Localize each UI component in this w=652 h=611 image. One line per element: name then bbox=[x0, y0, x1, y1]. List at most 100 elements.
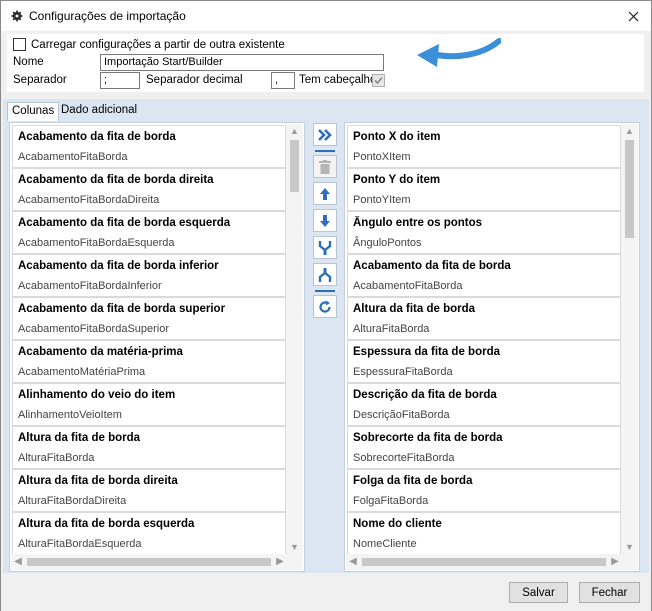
list-item[interactable]: Acabamento da matéria-prima AcabamentoMat… bbox=[12, 340, 286, 383]
selected-horizontal-scrollbar[interactable]: ◀ ▶ bbox=[346, 554, 622, 570]
list-item[interactable]: Descrição da fita de borda DescriçãoFitaB… bbox=[347, 383, 621, 426]
separator-field[interactable]: ; bbox=[100, 72, 140, 89]
item-field: AcabamentoFitaBordaEsquerda bbox=[18, 237, 175, 249]
scroll-corner bbox=[621, 554, 638, 570]
item-field: AcabamentoMatériaPrima bbox=[18, 366, 146, 378]
has-header-checkbox[interactable] bbox=[372, 74, 385, 87]
move-to-bottom-button[interactable] bbox=[313, 236, 337, 259]
name-field[interactable]: Importação Start/Builder bbox=[100, 54, 384, 71]
list-item[interactable]: Ponto Y do item PontoYItem bbox=[347, 168, 621, 211]
move-to-bottom-icon bbox=[318, 240, 332, 255]
item-field: AcabamentoFitaBordaInferior bbox=[18, 280, 162, 292]
item-field: AlturaFitaBorda bbox=[18, 452, 95, 464]
save-button[interactable]: Salvar bbox=[509, 582, 568, 603]
gear-icon bbox=[11, 10, 23, 22]
available-vertical-scrollbar[interactable]: ▲ ▼ bbox=[286, 124, 303, 554]
scroll-thumb[interactable] bbox=[625, 140, 634, 238]
scroll-thumb[interactable] bbox=[27, 558, 271, 566]
item-title: Acabamento da matéria-prima bbox=[18, 346, 183, 358]
list-item[interactable]: Altura da fita de borda AlturaFitaBorda bbox=[347, 297, 621, 340]
item-field: AcabamentoFitaBorda bbox=[353, 280, 463, 292]
item-field: PontoXItem bbox=[353, 151, 411, 163]
move-down-icon bbox=[320, 214, 330, 227]
item-field: PontoYItem bbox=[353, 194, 411, 206]
item-title: Ponto Y do item bbox=[353, 174, 441, 186]
toolbar-separator bbox=[315, 150, 335, 152]
scroll-down-icon[interactable]: ▼ bbox=[286, 540, 303, 554]
import-settings-window: Configurações de importação Carregar con… bbox=[0, 0, 652, 611]
tab-additional-data[interactable]: Dado adicional bbox=[57, 102, 141, 121]
item-title: Nome do cliente bbox=[353, 518, 442, 530]
decimal-separator-field[interactable]: , bbox=[271, 72, 295, 89]
scroll-thumb[interactable] bbox=[290, 140, 299, 192]
list-item[interactable]: Acabamento da fita de borda inferior Acab… bbox=[12, 254, 286, 297]
list-item[interactable]: Altura da fita de borda esquerda AlturaFi… bbox=[12, 512, 286, 555]
tab-strip: Colunas Dado adicional bbox=[3, 99, 649, 121]
move-all-right-icon bbox=[318, 128, 332, 141]
selected-vertical-scrollbar[interactable]: ▲ ▼ bbox=[621, 124, 638, 554]
move-to-top-button[interactable] bbox=[313, 263, 337, 286]
list-item[interactable]: Acabamento da fita de borda AcabamentoFit… bbox=[12, 125, 286, 168]
close-icon bbox=[628, 11, 638, 21]
scroll-down-icon[interactable]: ▼ bbox=[621, 540, 638, 554]
item-title: Altura da fita de borda bbox=[353, 303, 476, 315]
load-from-existing-checkbox[interactable] bbox=[13, 38, 26, 51]
item-title: Acabamento da fita de borda inferior bbox=[18, 260, 219, 272]
columns-content: Acabamento da fita de borda AcabamentoFit… bbox=[3, 121, 649, 573]
item-field: AcabamentoFitaBorda bbox=[18, 151, 128, 163]
title-bar: Configurações de importação bbox=[1, 1, 651, 31]
item-field: NomeCliente bbox=[353, 538, 417, 550]
name-label: Nome bbox=[13, 56, 44, 68]
list-item[interactable]: Acabamento da fita de borda superior Acab… bbox=[12, 297, 286, 340]
item-title: Altura da fita de borda bbox=[18, 432, 141, 444]
list-item[interactable]: Acabamento da fita de borda esquerda Acab… bbox=[12, 211, 286, 254]
decimal-separator-label: Separador decimal bbox=[146, 74, 243, 86]
close-button[interactable]: Fechar bbox=[579, 582, 640, 603]
available-columns-items: Acabamento da fita de borda AcabamentoFit… bbox=[12, 125, 286, 555]
scroll-left-icon[interactable]: ◀ bbox=[11, 554, 25, 570]
move-up-button[interactable] bbox=[313, 182, 337, 205]
scroll-up-icon[interactable]: ▲ bbox=[621, 124, 638, 138]
item-title: Acabamento da fita de borda bbox=[18, 131, 176, 143]
load-from-existing-label: Carregar configurações a partir de outra… bbox=[31, 38, 285, 51]
delete-button[interactable] bbox=[313, 155, 337, 178]
tab-columns[interactable]: Colunas bbox=[7, 102, 60, 121]
selected-columns-items: Ponto X do item PontoXItem Ponto Y do ite… bbox=[347, 125, 621, 555]
move-down-button[interactable] bbox=[313, 209, 337, 232]
list-item[interactable]: Espessura da fita de borda EspessuraFitaB… bbox=[347, 340, 621, 383]
list-item[interactable]: Alinhamento do veio do item AlinhamentoVe… bbox=[12, 383, 286, 426]
toolbar-separator bbox=[315, 290, 335, 292]
item-field: DescriçãoFitaBorda bbox=[353, 409, 450, 421]
available-columns-list[interactable]: Acabamento da fita de borda AcabamentoFit… bbox=[9, 122, 305, 572]
list-item[interactable]: Altura da fita de borda direita AlturaFit… bbox=[12, 469, 286, 512]
pointer-arrow-icon bbox=[417, 38, 501, 67]
move-to-top-icon bbox=[318, 267, 332, 282]
delete-icon bbox=[319, 159, 331, 174]
scroll-right-icon[interactable]: ▶ bbox=[273, 554, 287, 570]
available-horizontal-scrollbar[interactable]: ◀ ▶ bbox=[11, 554, 287, 570]
item-title: Acabamento da fita de borda superior bbox=[18, 303, 226, 315]
list-item[interactable]: Ângulo entre os pontos ÂnguloPontos bbox=[347, 211, 621, 254]
item-title: Acabamento da fita de borda direita bbox=[18, 174, 214, 186]
list-item[interactable]: Sobrecorte da fita de borda SobrecorteFit… bbox=[347, 426, 621, 469]
list-item[interactable]: Acabamento da fita de borda direita Acaba… bbox=[12, 168, 286, 211]
has-header-label: Tem cabeçalho bbox=[299, 74, 377, 86]
add-all-button[interactable] bbox=[313, 123, 337, 146]
item-field: ÂnguloPontos bbox=[353, 237, 422, 249]
list-item[interactable]: Acabamento da fita de borda AcabamentoFit… bbox=[347, 254, 621, 297]
scroll-thumb[interactable] bbox=[362, 558, 606, 566]
item-field: AlturaFitaBorda bbox=[353, 323, 430, 335]
list-item[interactable]: Ponto X do item PontoXItem bbox=[347, 125, 621, 168]
list-item[interactable]: Nome do cliente NomeCliente bbox=[347, 512, 621, 555]
scroll-up-icon[interactable]: ▲ bbox=[286, 124, 303, 138]
list-item[interactable]: Altura da fita de borda AlturaFitaBorda bbox=[12, 426, 286, 469]
scroll-right-icon[interactable]: ▶ bbox=[608, 554, 622, 570]
item-title: Folga da fita de borda bbox=[353, 475, 473, 487]
close-window-button[interactable] bbox=[621, 4, 645, 28]
dialog-footer: Salvar Fechar bbox=[1, 573, 651, 611]
selected-columns-list[interactable]: Ponto X do item PontoXItem Ponto Y do ite… bbox=[344, 122, 640, 572]
scroll-left-icon[interactable]: ◀ bbox=[346, 554, 360, 570]
reset-button[interactable] bbox=[313, 295, 337, 318]
window-title: Configurações de importação bbox=[29, 9, 186, 23]
list-item[interactable]: Folga da fita de borda FolgaFitaBorda bbox=[347, 469, 621, 512]
